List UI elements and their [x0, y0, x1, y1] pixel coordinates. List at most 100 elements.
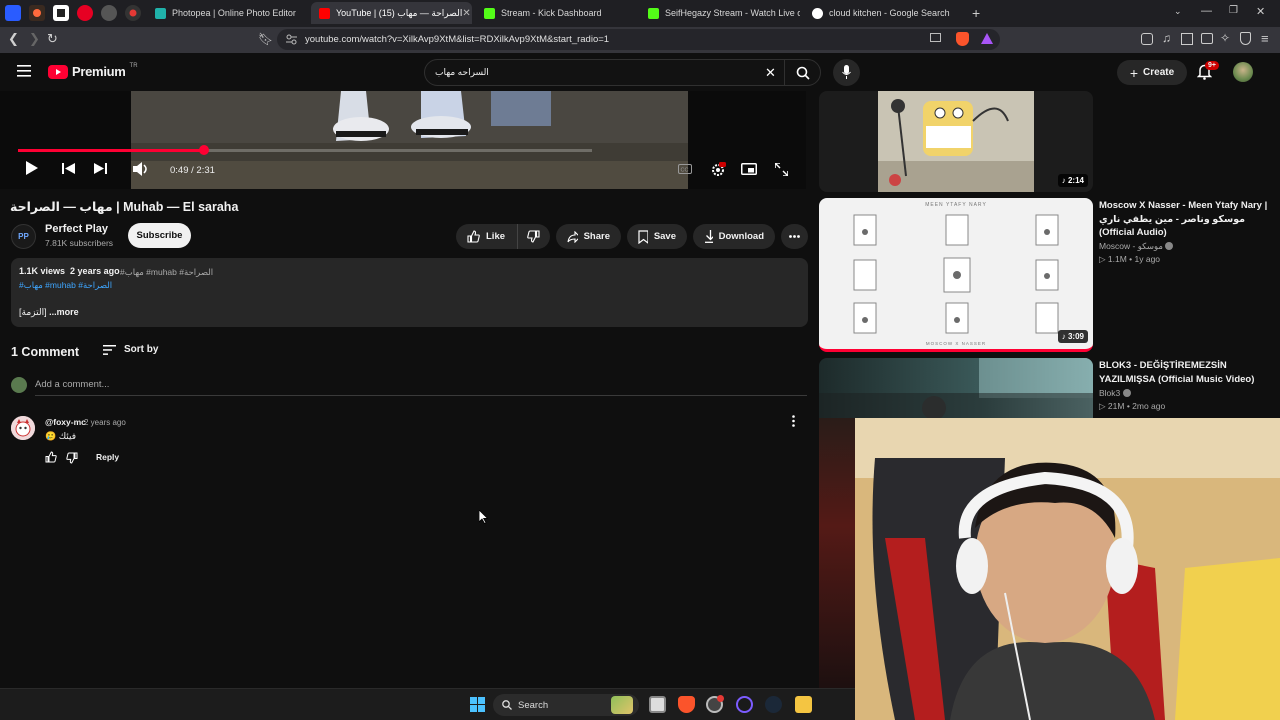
- search-box[interactable]: السراحه مهاب ✕: [424, 59, 821, 86]
- duration-badge: ♪ 3:09: [1057, 330, 1088, 343]
- tab-label: cloud kitchen - Google Search: [829, 8, 950, 18]
- play-icon[interactable]: [26, 161, 38, 175]
- progress-handle[interactable]: [198, 145, 209, 155]
- brave-shields-icon[interactable]: [956, 32, 969, 46]
- menu-icon[interactable]: ≡: [1261, 31, 1269, 46]
- tab-kick-dashboard[interactable]: Stream - Kick Dashboard: [476, 2, 636, 24]
- add-comment-input[interactable]: Add a comment...: [35, 379, 109, 390]
- channel-avatar[interactable]: PP: [11, 224, 36, 249]
- related-video-channel[interactable]: Moscow - موسكو: [1099, 241, 1174, 252]
- file-explorer-icon[interactable]: [795, 696, 812, 713]
- account-avatar[interactable]: [1233, 62, 1253, 82]
- task-view-icon[interactable]: [649, 696, 666, 713]
- description-box[interactable]: 1.1K views 2 years ago #مهاب #muhab #الص…: [11, 258, 808, 327]
- leo-ai-icon[interactable]: ✧: [1220, 31, 1230, 45]
- taskbar-search[interactable]: Search: [493, 694, 639, 716]
- volume-icon[interactable]: [133, 162, 149, 176]
- obs-icon[interactable]: [706, 695, 724, 713]
- kick-icon: [484, 7, 495, 19]
- logo-text: Premium: [72, 64, 126, 79]
- dislike-button[interactable]: [517, 224, 550, 249]
- windows-start-icon[interactable]: [470, 697, 485, 712]
- new-tab-button[interactable]: +: [972, 5, 980, 21]
- show-more-link[interactable]: ...more: [49, 307, 79, 317]
- minimize-icon[interactable]: —: [1201, 5, 1212, 17]
- app-ring-icon[interactable]: [736, 696, 753, 713]
- fullscreen-icon[interactable]: [775, 163, 788, 176]
- forward-icon[interactable]: ❯: [29, 32, 40, 46]
- hashtags-link[interactable]: #مهاب #muhab #الصراحة: [19, 280, 112, 291]
- vpn-shield-icon[interactable]: [1240, 32, 1251, 45]
- voice-search-button[interactable]: [833, 59, 860, 86]
- verified-icon: [1122, 389, 1131, 397]
- comment-avatar[interactable]: [11, 416, 35, 440]
- related-video-title[interactable]: BLOK3 - DEĞİŞTİREMEZSİN YAZILMIŞSA (Offi…: [1099, 359, 1269, 386]
- sort-by-button[interactable]: Sort by: [103, 344, 158, 355]
- clear-search-icon[interactable]: ✕: [765, 65, 776, 81]
- like-button[interactable]: Like: [456, 224, 517, 249]
- related-video-title[interactable]: Moscow X Nasser - Meen Ytafy Nary | موسك…: [1099, 199, 1269, 240]
- save-button[interactable]: Save: [627, 224, 687, 249]
- wallet-icon[interactable]: [1201, 33, 1213, 44]
- chevron-down-icon[interactable]: ⌄: [1174, 6, 1182, 17]
- search-icon[interactable]: [796, 66, 810, 80]
- restore-icon[interactable]: ❐: [1229, 5, 1238, 16]
- tab-photopea[interactable]: Photopea | Online Photo Editor: [147, 2, 307, 24]
- more-actions-button[interactable]: [781, 224, 808, 249]
- comment-more-icon[interactable]: [792, 415, 795, 427]
- previous-icon[interactable]: [62, 163, 75, 174]
- create-label: Create: [1143, 67, 1175, 78]
- pinterest-icon[interactable]: [77, 5, 93, 21]
- url-field[interactable]: youtube.com/watch?v=XilkAvp9XtM&list=RDX…: [277, 29, 1000, 50]
- record-icon[interactable]: [125, 5, 141, 21]
- related-video-thumbnail[interactable]: [819, 358, 1093, 418]
- hamburger-menu-icon[interactable]: [17, 65, 31, 77]
- music-icon[interactable]: ♫: [1162, 31, 1171, 45]
- youtube-header: Premium TR السراحه مهاب ✕ + Create 9+: [0, 53, 1280, 91]
- progress-fill: [18, 149, 204, 152]
- pinned-tab-icon[interactable]: [5, 5, 21, 21]
- settings-gear-icon[interactable]: [710, 162, 726, 178]
- comment-time[interactable]: 2 years ago: [84, 418, 126, 427]
- share-button[interactable]: Share: [556, 224, 621, 249]
- captions-icon[interactable]: CC: [678, 164, 692, 174]
- room-background: [819, 418, 855, 688]
- close-icon[interactable]: ✕: [462, 8, 470, 19]
- search-highlight-icon: [611, 696, 633, 714]
- next-icon[interactable]: [94, 163, 107, 174]
- tab-kick-stream[interactable]: SeifHegazy Stream - Watch Live on K: [640, 2, 800, 24]
- pinned-tab-icon[interactable]: [53, 5, 69, 21]
- search-input[interactable]: السراحه مهاب: [435, 67, 489, 78]
- site-info-icon[interactable]: [286, 34, 297, 45]
- video-player[interactable]: 0:49 / 2:31 CC: [0, 91, 806, 189]
- window-close-icon[interactable]: ✕: [1256, 5, 1265, 18]
- create-button[interactable]: + Create: [1117, 60, 1187, 85]
- brave-browser-icon[interactable]: [678, 696, 695, 713]
- pinned-tab-icon[interactable]: [101, 5, 117, 21]
- channel-name[interactable]: Perfect Play: [45, 223, 108, 235]
- sidebar-icon[interactable]: [1181, 33, 1193, 45]
- comment-author[interactable]: @foxy-mc: [45, 417, 86, 427]
- reload-icon[interactable]: ↻: [47, 32, 58, 46]
- miniplayer-icon[interactable]: [741, 163, 757, 175]
- comment-like-icon[interactable]: [45, 451, 57, 463]
- tab-google-search[interactable]: cloud kitchen - Google Search: [804, 2, 964, 24]
- subscribe-button[interactable]: Subscribe: [128, 223, 191, 248]
- youtube-logo[interactable]: Premium TR: [48, 63, 138, 79]
- thumbs-up-icon: [467, 230, 480, 243]
- extensions-icon[interactable]: [1141, 33, 1153, 45]
- related-video-thumbnail[interactable]: MEEN YTAFY NARY MOSCOW X NASSER ♪ 3:09: [819, 198, 1093, 352]
- comment-dislike-icon[interactable]: [66, 452, 78, 464]
- brave-rewards-icon[interactable]: [981, 33, 993, 44]
- back-icon[interactable]: ❮: [8, 32, 19, 46]
- related-video-channel[interactable]: Blok3: [1099, 388, 1131, 398]
- cast-icon[interactable]: [930, 33, 941, 42]
- tab-youtube[interactable]: YouTube | الصراحة — مهاب (15) ✕: [311, 2, 472, 24]
- bookmark-icon[interactable]: 🔖︎: [258, 32, 273, 46]
- progress-bar[interactable]: [18, 145, 592, 155]
- related-video-thumbnail[interactable]: ♪ 2:14: [819, 91, 1093, 192]
- pinned-tab-icon[interactable]: [29, 5, 45, 21]
- download-button[interactable]: Download: [693, 224, 775, 249]
- steam-icon[interactable]: [765, 696, 782, 713]
- reply-button[interactable]: Reply: [96, 452, 119, 462]
